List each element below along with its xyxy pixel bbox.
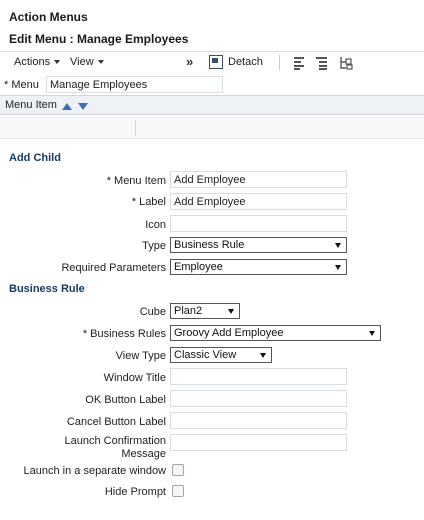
toolbar-overflow-button[interactable]: »	[186, 54, 193, 69]
chevron-down-icon	[260, 353, 266, 358]
align-left-icon[interactable]	[291, 56, 305, 70]
chevron-down-icon	[335, 265, 341, 270]
cube-select-value: Plan2	[174, 305, 203, 317]
chevron-down-icon	[335, 243, 341, 248]
sort-descending-icon[interactable]	[78, 103, 88, 110]
cancel-button-label-input[interactable]	[170, 412, 347, 429]
menu-item-grid-header: Menu Item	[0, 95, 424, 115]
business-rules-select-value: Groovy Add Employee	[174, 327, 284, 339]
chevron-down-icon	[54, 60, 61, 64]
view-type-label: View Type	[115, 350, 166, 362]
hide-prompt-label: Hide Prompt	[104, 486, 166, 498]
window-title-input[interactable]	[170, 368, 347, 385]
label-label: * Label	[131, 196, 166, 208]
actions-menu-button[interactable]: Actions	[14, 56, 61, 68]
ok-button-label-label: OK Button Label	[85, 394, 166, 406]
launch-confirmation-message-label: Launch Confirmation Message	[64, 435, 166, 461]
cube-select[interactable]: Plan2	[170, 303, 240, 319]
toolbar-separator	[279, 55, 280, 70]
icon-label: Icon	[145, 219, 166, 231]
business-rules-label: * Business Rules	[82, 328, 166, 340]
launch-confirmation-label-line2: Message	[121, 448, 166, 460]
page-title: Edit Menu : Manage Employees	[9, 32, 189, 46]
menu-row: * Menu	[0, 74, 424, 96]
launch-separate-window-label: Launch in a separate window	[23, 465, 166, 477]
add-child-section-title: Add Child	[9, 152, 61, 164]
business-rule-section-title: Business Rule	[9, 283, 85, 295]
ok-button-label-input[interactable]	[170, 390, 347, 407]
chevron-down-icon	[97, 60, 104, 64]
business-rules-select[interactable]: Groovy Add Employee	[170, 325, 381, 341]
menu-input[interactable]	[46, 76, 223, 93]
launch-confirmation-label-line1: Launch Confirmation	[64, 435, 166, 447]
table-row[interactable]	[0, 116, 424, 139]
launch-separate-window-checkbox[interactable]	[172, 464, 184, 476]
cube-label: Cube	[139, 306, 166, 318]
menu-item-column-header: Menu Item	[5, 99, 57, 111]
hide-prompt-checkbox[interactable]	[172, 485, 184, 497]
toolbar: Actions View » Detach	[0, 51, 424, 73]
app-title: Action Menus	[9, 10, 88, 24]
type-select-value: Business Rule	[174, 239, 245, 251]
view-menu-label: View	[70, 56, 94, 68]
required-parameters-select[interactable]: Employee	[170, 259, 347, 275]
tree-move-icon[interactable]	[339, 56, 353, 70]
label-input[interactable]	[170, 193, 347, 210]
view-type-select[interactable]: Classic View	[170, 347, 272, 363]
cancel-button-label-label: Cancel Button Label	[66, 416, 166, 428]
sort-ascending-icon[interactable]	[62, 103, 72, 110]
required-parameters-label: Required Parameters	[61, 262, 166, 274]
align-top-icon[interactable]	[315, 56, 329, 70]
icon-input[interactable]	[170, 215, 347, 232]
window-title-label: Window Title	[103, 372, 166, 384]
column-divider	[135, 120, 136, 136]
type-select[interactable]: Business Rule	[170, 237, 347, 253]
menu-item-label: * Menu Item	[106, 175, 166, 187]
type-label: Type	[142, 240, 166, 252]
detach-button[interactable]: Detach	[228, 56, 263, 68]
chevron-down-icon	[369, 331, 375, 336]
chevron-down-icon	[228, 309, 234, 314]
view-type-select-value: Classic View	[174, 349, 237, 361]
view-menu-button[interactable]: View	[70, 56, 104, 68]
detach-icon[interactable]	[209, 55, 223, 69]
menu-item-input[interactable]	[170, 171, 347, 188]
actions-menu-label: Actions	[14, 56, 51, 68]
launch-confirmation-message-input[interactable]	[170, 434, 347, 451]
required-parameters-select-value: Employee	[174, 261, 223, 273]
menu-label: * Menu	[4, 79, 39, 91]
